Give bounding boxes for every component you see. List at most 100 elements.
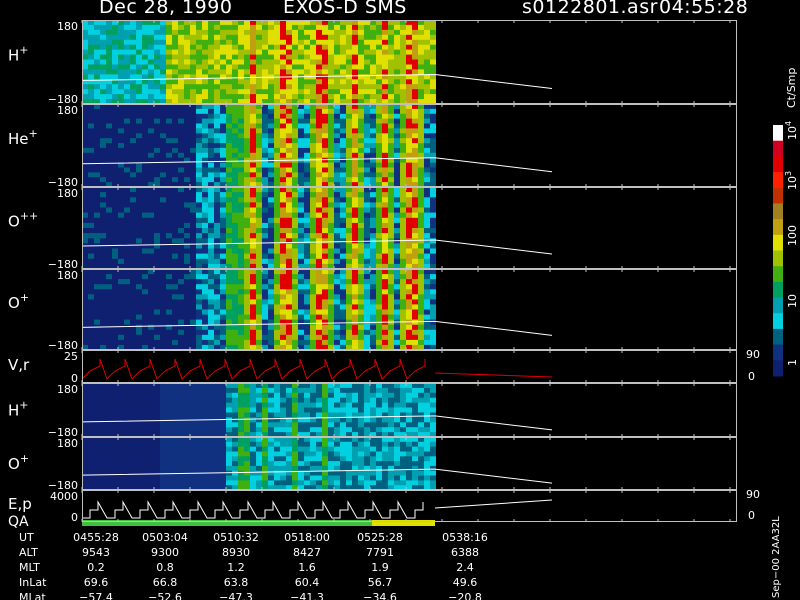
heatmap-cell [328,74,334,80]
heatmap-cell [190,294,196,300]
heatmap-cell [220,248,226,255]
heatmap-cell [280,387,286,394]
heatmap-cell [118,64,124,70]
heatmap-cell [142,54,148,61]
heatmap-cell [280,64,286,70]
heatmap-cell [166,128,172,134]
heatmap-cell [304,64,310,70]
heatmap-cell [334,238,340,244]
heatmap-cell [424,279,430,285]
heatmap-cell [286,202,292,209]
heatmap-cell [166,49,172,56]
heatmap-cell [196,177,202,183]
heatmap-cell [190,222,196,229]
heatmap-cell [388,177,394,183]
heatmap-cell [160,422,166,428]
heatmap-cell [286,197,292,203]
heatmap-cell [298,284,304,290]
heatmap-cell [298,207,304,214]
heatmap-cell [172,329,178,336]
heatmap-cell [262,89,268,95]
heatmap-cell [190,212,196,219]
heatmap-cell [346,108,352,115]
heatmap-cell [88,329,94,336]
heatmap-cell [172,113,178,120]
heatmap-cell [160,314,166,321]
heatmap-cell [418,279,424,285]
heatmap-cell [112,480,118,486]
heatmap-cell [232,470,238,477]
heatmap-cell [130,314,136,321]
heatmap-cell [94,197,100,203]
heatmap-cell [316,299,322,306]
heatmap-cell [286,412,292,418]
heatmap-cell [124,334,130,341]
heatmap-cell [100,456,106,462]
heatmap-cell [280,274,286,280]
heatmap-cell [388,138,394,144]
heatmap-cell [190,334,196,341]
heatmap-cell [268,39,274,46]
heatmap-cell [244,299,250,306]
heatmap-cell [100,289,106,295]
heatmap-cell [208,446,214,452]
heatmap-cell [166,133,172,139]
heatmap-cell [322,407,328,413]
heatmap-cell [376,284,382,290]
heatmap-cell [172,222,178,229]
heatmap-cell [370,113,376,120]
heatmap-cell [280,339,286,346]
heatmap-cell [412,248,418,255]
heatmap-cell [88,157,94,164]
heatmap-cell [382,407,388,413]
heatmap-cell [286,113,292,120]
heatmap-cell [418,118,424,125]
heatmap-cell [118,222,124,229]
heatmap-cell [136,258,142,265]
heatmap-cell [388,39,394,46]
heatmap-cell [298,279,304,285]
heatmap-cell [172,289,178,295]
heatmap-cell [208,197,214,203]
heatmap-cell [364,274,370,280]
heatmap-cell [172,441,178,448]
heatmap-cell [172,407,178,413]
heatmap-cell [394,228,400,234]
heatmap-cell [322,309,328,316]
heatmap-cell [184,441,190,448]
heatmap-cell [172,162,178,169]
heatmap-cell [424,228,430,234]
heatmap-cell [160,304,166,311]
heatmap-cell [388,248,394,255]
heatmap-cell [172,172,178,178]
heatmap-cell [412,222,418,229]
heatmap-cell [274,49,280,56]
heatmap-cell [274,279,280,285]
heatmap-cell [226,44,232,51]
heatmap-cell [100,84,106,90]
heatmap-cell [388,274,394,280]
heatmap-cell [262,222,268,229]
heatmap-cell [394,44,400,51]
heatmap-cell [154,94,160,100]
heatmap-cell [280,309,286,316]
heatmap-cell [118,470,124,477]
heatmap-cell [376,314,382,321]
heatmap-cell [142,470,148,477]
heatmap-cell [154,299,160,306]
heatmap-cell [184,29,190,36]
heatmap-cell [262,138,268,144]
heatmap-cell [208,207,214,214]
heatmap-cell [334,138,340,144]
heatmap-cell [352,392,358,399]
heatmap-cell [142,89,148,95]
heatmap-cell [286,243,292,250]
heatmap-cell [376,54,382,61]
heatmap-cell [196,319,202,326]
heatmap-cell [136,94,142,100]
heatmap-cell [400,44,406,51]
heatmap-cell [304,451,310,457]
heatmap-cell [136,392,142,399]
heatmap-cell [286,167,292,173]
heatmap-cell [166,334,172,341]
